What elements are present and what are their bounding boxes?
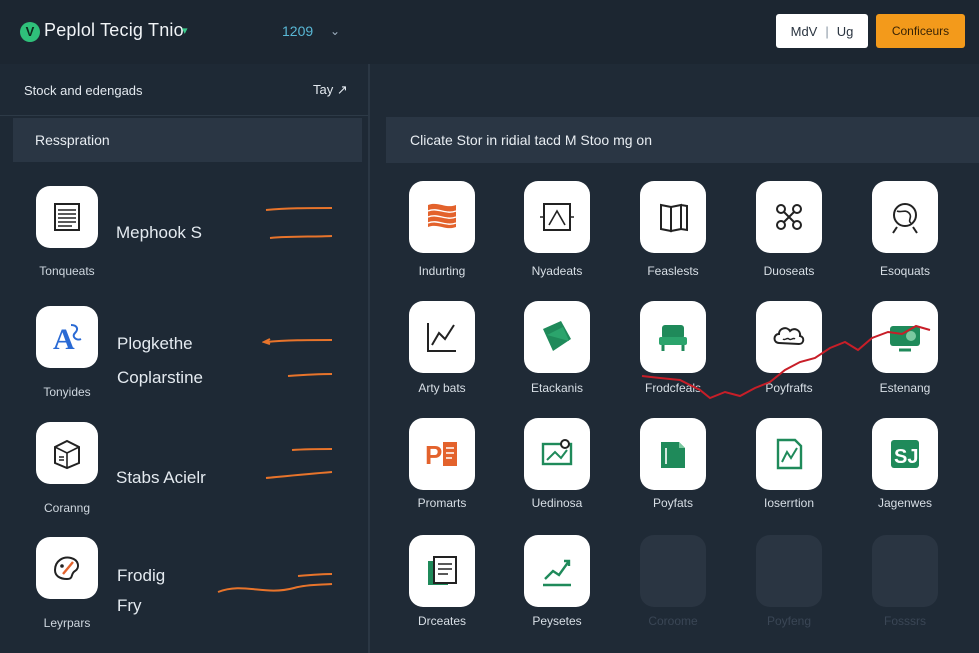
presentation-icon[interactable]: P bbox=[409, 418, 475, 490]
tile-label: Fosssrs bbox=[884, 614, 926, 628]
palette-icon[interactable] bbox=[36, 537, 98, 599]
tile-label: Etackanis bbox=[530, 381, 584, 395]
document-stack-icon[interactable] bbox=[36, 186, 98, 248]
year-select[interactable]: 1209 bbox=[282, 23, 313, 39]
right-section-title: Clicate Stor in ridial tacd M Stoo mg on bbox=[410, 132, 652, 148]
left-row-subtitle: Coplarstine bbox=[117, 368, 203, 387]
mode-option-b[interactable]: Ug bbox=[837, 24, 854, 39]
spreadsheet-icon[interactable]: SJ bbox=[872, 418, 938, 490]
left-row-title[interactable]: Mephook S bbox=[116, 223, 202, 243]
left-row-caption: Tonqueats bbox=[39, 264, 95, 278]
placeholder-icon bbox=[872, 535, 938, 607]
tile-label: Promarts bbox=[417, 496, 467, 510]
left-row-caption: Leyrpars bbox=[43, 616, 91, 630]
globe-icon[interactable] bbox=[872, 181, 938, 253]
right-section-header: Clicate Stor in ridial tacd M Stoo mg on bbox=[386, 117, 979, 163]
folder-icon[interactable] bbox=[640, 418, 706, 490]
growth-icon[interactable] bbox=[524, 535, 590, 607]
left-section-title: Resspration bbox=[35, 132, 110, 148]
brand-logo-icon: V bbox=[20, 22, 40, 42]
left-row-subtitle: Fry bbox=[117, 596, 142, 615]
tile-label: Peysetes bbox=[532, 614, 582, 628]
brand-chevron-down-icon[interactable]: ▾ bbox=[182, 24, 188, 37]
box-icon[interactable] bbox=[36, 422, 98, 484]
placeholder-icon bbox=[756, 535, 822, 607]
tile-label: Duoseats bbox=[763, 264, 815, 278]
tile-label: Ioserrtion bbox=[763, 496, 815, 510]
left-panel-expand-button[interactable]: Tay ↗ bbox=[313, 82, 348, 98]
tile-label: Feaslests bbox=[647, 264, 699, 278]
left-row-title[interactable]: Plogkethe bbox=[117, 334, 193, 354]
svg-text:SJ: SJ bbox=[894, 446, 918, 468]
arrow-left-icon bbox=[265, 207, 333, 239]
year-chevron-down-icon[interactable]: ⌄ bbox=[330, 24, 340, 38]
network-icon[interactable] bbox=[756, 181, 822, 253]
notes-icon[interactable] bbox=[409, 535, 475, 607]
left-row-title[interactable]: Stabs Acielr bbox=[116, 468, 206, 488]
left-row-title[interactable]: Frodig bbox=[117, 566, 165, 586]
tile-label: Uedinosa bbox=[531, 496, 583, 510]
mode-separator: | bbox=[825, 23, 829, 39]
left-section-header: Resspration bbox=[13, 118, 362, 162]
tile-label: Coroome bbox=[648, 614, 698, 628]
frame-icon[interactable] bbox=[524, 181, 590, 253]
left-panel-header: Stock and edengads Tay ↗ bbox=[0, 64, 368, 116]
tile-label: Drceates bbox=[417, 614, 467, 628]
left-row-caption: Coranng bbox=[43, 501, 91, 515]
app-title: Peplol Tecig Tnio bbox=[44, 20, 184, 40]
sheets-icon[interactable] bbox=[524, 301, 590, 373]
top-bar: V Peplol Tecig Tnio ▾ 1209 ⌄ MdV | Ug Co… bbox=[0, 0, 979, 64]
arrow-left-icon bbox=[217, 573, 333, 593]
line-chart-icon[interactable] bbox=[409, 301, 475, 373]
primary-button[interactable]: Conficeurs bbox=[876, 14, 965, 48]
left-row-caption: Tonyides bbox=[43, 385, 91, 399]
tile-label: Esoquats bbox=[879, 264, 931, 278]
mode-toggle-button[interactable]: MdV | Ug bbox=[776, 14, 868, 48]
book-icon[interactable] bbox=[640, 181, 706, 253]
flag-icon[interactable] bbox=[409, 181, 475, 253]
tile-label: Poyfats bbox=[652, 496, 694, 510]
arrow-left-icon bbox=[265, 448, 333, 479]
tile-label: Indurting bbox=[418, 264, 466, 278]
chart-doc-icon[interactable] bbox=[756, 418, 822, 490]
board-icon[interactable] bbox=[524, 418, 590, 490]
svg-text:P: P bbox=[425, 440, 442, 470]
tile-label: Jagenwes bbox=[877, 496, 933, 510]
tile-label: Nyadeats bbox=[531, 264, 583, 278]
tile-label: Arty bats bbox=[418, 381, 466, 395]
left-panel-title: Stock and edengads bbox=[24, 83, 143, 98]
svg-text:A: A bbox=[53, 323, 75, 355]
mode-option-a[interactable]: MdV bbox=[791, 24, 818, 39]
typography-icon[interactable]: A bbox=[36, 306, 98, 368]
arrow-left-icon bbox=[262, 338, 333, 377]
placeholder-icon bbox=[640, 535, 706, 607]
tile-label: Poyfeng bbox=[766, 614, 812, 628]
trend-line-decoration bbox=[641, 324, 931, 400]
